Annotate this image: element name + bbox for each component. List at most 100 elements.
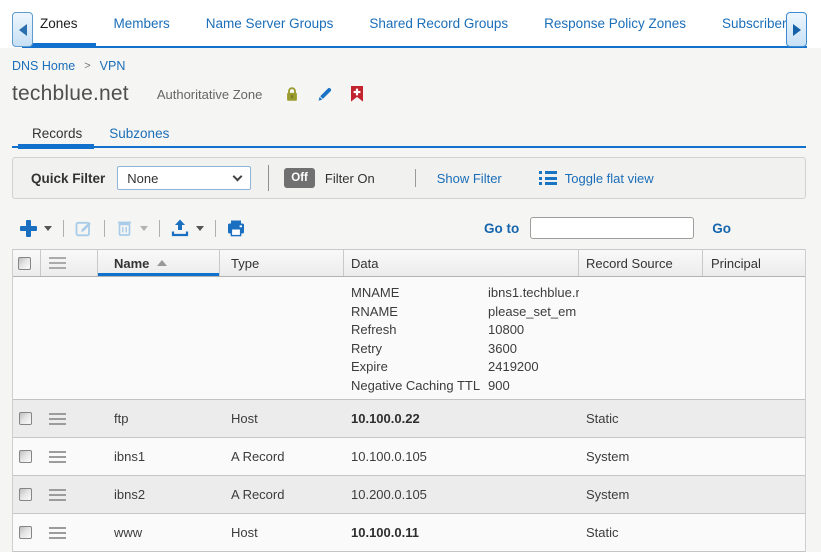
row-checkbox[interactable]: [19, 412, 32, 425]
record-name: ftp: [114, 411, 128, 426]
soa-field-value: 3600: [488, 340, 579, 359]
add-record-dropdown-caret[interactable]: [44, 226, 52, 231]
zone-header: techblue.net Authoritative Zone: [12, 82, 364, 106]
table-menu-icon[interactable]: [49, 257, 66, 269]
go-button[interactable]: Go: [712, 221, 731, 236]
goto-input[interactable]: [530, 217, 694, 239]
edit-record-button-disabled[interactable]: [75, 219, 93, 237]
flat-view-icon[interactable]: [539, 171, 557, 185]
sort-ascending-icon: [157, 260, 167, 266]
divider: [63, 220, 64, 237]
export-dropdown-caret[interactable]: [196, 226, 204, 231]
divider: [215, 220, 216, 237]
select-all-checkbox[interactable]: [18, 257, 31, 270]
chevron-down-icon: [233, 171, 243, 181]
table-row-ibns2[interactable]: ibns2 A Record 10.200.0.105 System: [13, 476, 805, 514]
delete-record-button-disabled[interactable]: [116, 219, 133, 237]
record-type: Host: [231, 525, 258, 540]
divider: [268, 165, 269, 191]
soa-field: Expire 2419200: [351, 358, 579, 377]
breadcrumb-separator: >: [84, 60, 90, 72]
zone-sub-tabs: Records Subzones: [12, 120, 806, 148]
column-header-principal[interactable]: Principal: [703, 250, 806, 276]
row-checkbox[interactable]: [19, 488, 32, 501]
row-checkbox[interactable]: [19, 526, 32, 539]
soa-field: Refresh 10800: [351, 321, 579, 340]
table-row-www[interactable]: www Host 10.100.0.11 Static: [13, 514, 805, 552]
quick-filter-bar: Quick Filter None Off Filter On Show Fil…: [12, 157, 806, 199]
row-menu-icon[interactable]: [49, 451, 66, 463]
toggle-flat-view-link[interactable]: Toggle flat view: [565, 171, 654, 186]
breadcrumb-link-vpn[interactable]: VPN: [100, 59, 126, 73]
main-tab-shared-record-groups[interactable]: Shared Record Groups: [351, 0, 526, 46]
show-filter-link[interactable]: Show Filter: [437, 171, 502, 186]
table-header-row: Name Type Data Record Source Principal: [13, 249, 805, 277]
quick-filter-label: Quick Filter: [31, 171, 105, 186]
export-button[interactable]: [171, 219, 189, 237]
column-header-data-label: Data: [351, 256, 378, 271]
record-data: 10.200.0.105: [351, 487, 427, 502]
main-tab-label: Response Policy Zones: [544, 16, 686, 31]
column-header-name-label: Name: [114, 256, 149, 271]
soa-field: RNAME please_set_em: [351, 303, 579, 322]
column-header-data[interactable]: Data: [344, 250, 579, 276]
row-menu-icon[interactable]: [49, 527, 66, 539]
records-table: Name Type Data Record Source Principal M…: [12, 249, 806, 552]
column-header-name[interactable]: Name: [98, 250, 220, 276]
bookmark-add-icon[interactable]: [350, 86, 364, 102]
soa-field-value: please_set_em: [488, 303, 579, 322]
main-tab-response-policy-zones[interactable]: Response Policy Zones: [526, 0, 704, 46]
divider: [159, 220, 160, 237]
main-tabs: Zones Members Name Server Groups Shared …: [22, 0, 821, 46]
main-tab-bar: Zones Members Name Server Groups Shared …: [0, 0, 821, 48]
delete-dropdown-caret[interactable]: [140, 226, 148, 231]
lock-icon: [284, 86, 300, 102]
dns-zone-records-page: { "colors": { "accent_blue": "#1271cc", …: [0, 0, 821, 552]
sub-tab-label: Subzones: [109, 126, 169, 141]
main-tab-members[interactable]: Members: [96, 0, 188, 46]
record-name: www: [114, 525, 142, 540]
table-row-ftp[interactable]: ftp Host 10.100.0.22 Static: [13, 400, 805, 438]
print-button[interactable]: [227, 220, 245, 237]
soa-field-value: 900: [488, 377, 579, 396]
soa-record-row-partial[interactable]: MNAME ibns1.techblue.n RNAME please_set_…: [13, 277, 805, 400]
main-tab-zones[interactable]: Zones: [22, 0, 96, 46]
soa-field-value: 2419200: [488, 358, 579, 377]
record-source: Static: [586, 525, 619, 540]
main-tab-name-server-groups[interactable]: Name Server Groups: [188, 0, 352, 46]
column-header-type[interactable]: Type: [220, 250, 344, 276]
soa-field-label: Negative Caching TTL: [351, 377, 488, 396]
soa-field-label: RNAME: [351, 303, 488, 322]
tab-scroll-left-button[interactable]: [12, 12, 33, 47]
tab-scroll-right-button[interactable]: [786, 12, 807, 47]
soa-field: Retry 3600: [351, 340, 579, 359]
goto-label: Go to: [484, 221, 519, 236]
main-tab-label: Members: [114, 16, 170, 31]
soa-field-label: MNAME: [351, 284, 488, 303]
record-type: A Record: [231, 487, 284, 502]
column-header-record-source[interactable]: Record Source: [579, 250, 703, 276]
breadcrumb-link-dns-home[interactable]: DNS Home: [12, 59, 75, 73]
record-type: Host: [231, 411, 258, 426]
record-source: Static: [586, 411, 619, 426]
soa-field-label: Refresh: [351, 321, 488, 340]
record-source: System: [586, 449, 629, 464]
record-data: 10.100.0.105: [351, 449, 427, 464]
table-row-ibns1[interactable]: ibns1 A Record 10.100.0.105 System: [13, 438, 805, 476]
record-data: 10.100.0.22: [351, 411, 420, 426]
filter-on-label: Filter On: [325, 171, 375, 186]
sub-tab-subzones[interactable]: Subzones: [109, 120, 169, 146]
record-type: A Record: [231, 449, 284, 464]
sub-tab-records[interactable]: Records: [32, 120, 82, 146]
edit-zone-icon[interactable]: [317, 86, 333, 102]
row-checkbox[interactable]: [19, 450, 32, 463]
add-record-button[interactable]: [20, 220, 37, 237]
quick-filter-select[interactable]: None: [117, 166, 251, 190]
row-menu-icon[interactable]: [49, 489, 66, 501]
record-name: ibns1: [114, 449, 145, 464]
sub-tab-label: Records: [32, 126, 82, 141]
zone-type-label: Authoritative Zone: [157, 87, 263, 102]
page-title: techblue.net: [12, 82, 129, 106]
filter-toggle-button[interactable]: Off: [284, 168, 315, 188]
row-menu-icon[interactable]: [49, 413, 66, 425]
